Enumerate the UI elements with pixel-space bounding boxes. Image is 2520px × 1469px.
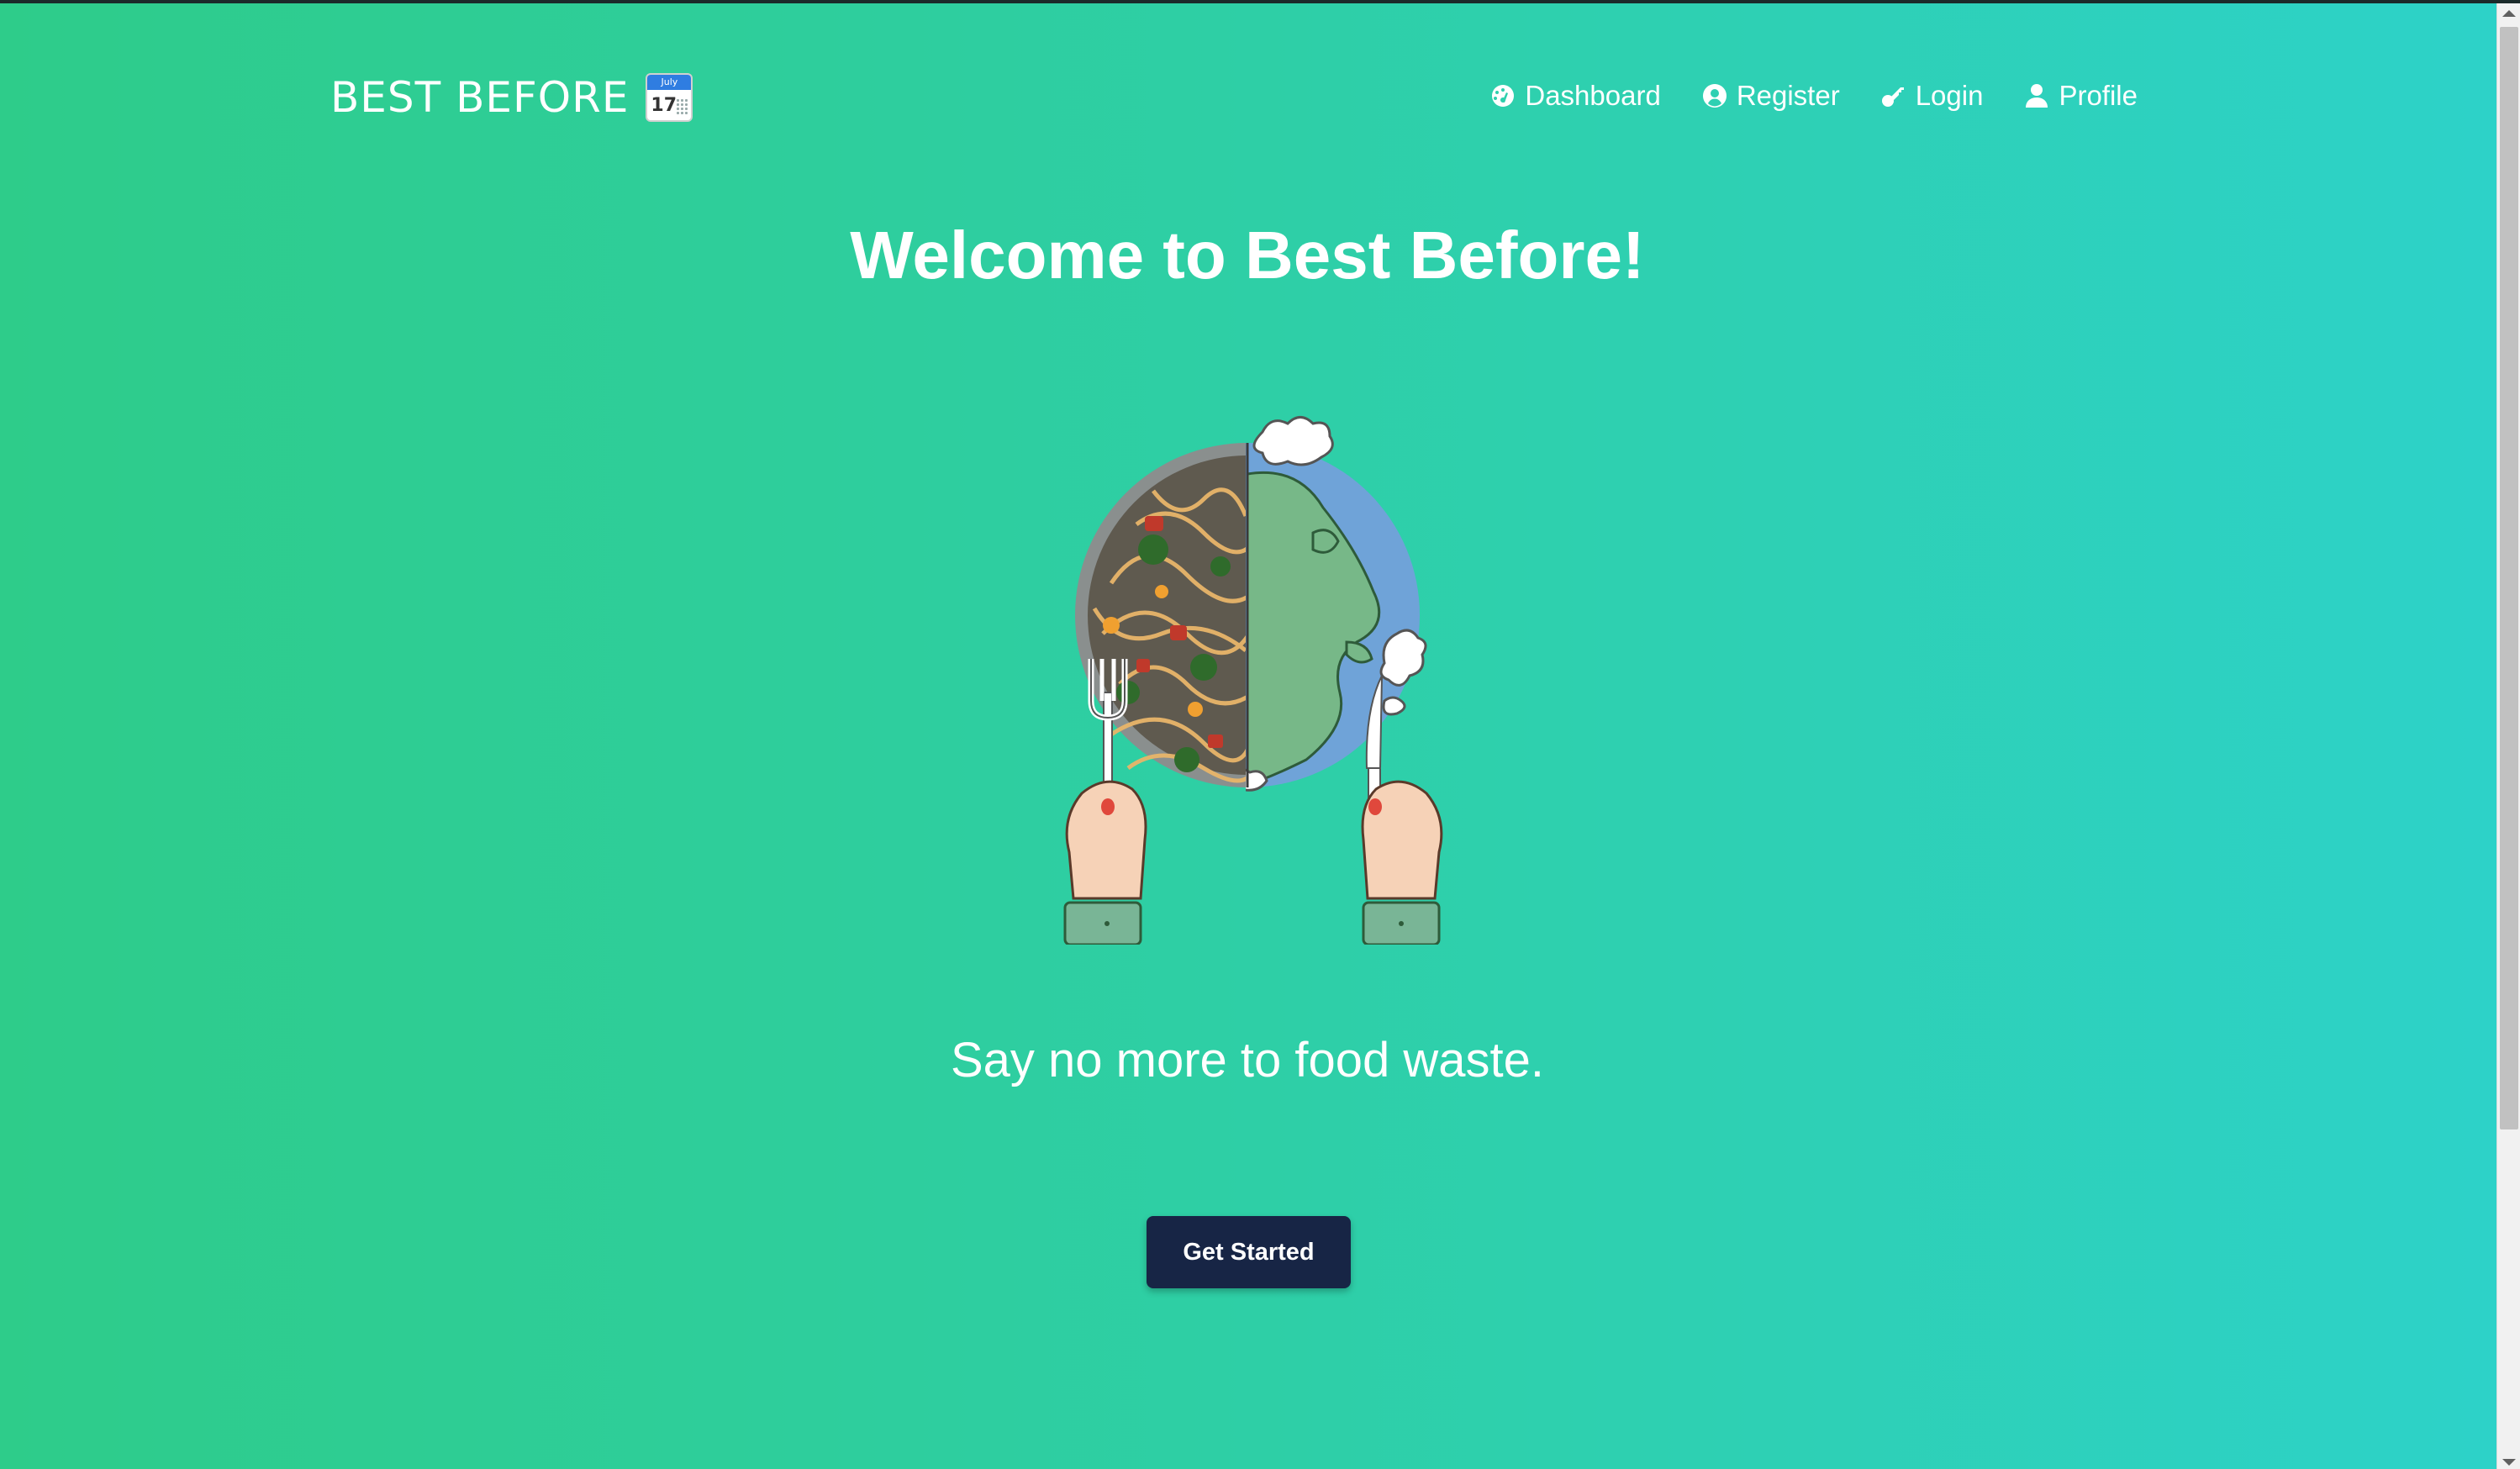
brand-name: BEST BEFORE [330,73,630,122]
calendar-grid [676,98,688,115]
vertical-scrollbar[interactable] [2496,3,2520,1469]
key-icon [1881,87,1904,107]
nav-item-profile[interactable]: Profile [2023,77,2138,114]
scroll-down-icon[interactable] [2502,1459,2516,1466]
calendar-icon: July 17 [646,73,693,122]
calendar-day: 17 [651,95,677,116]
get-started-button[interactable]: Get Started [1147,1216,1351,1288]
scroll-up-icon[interactable] [2502,10,2516,17]
calendar-month: July [647,75,692,90]
nav-item-label: Profile [2059,80,2138,111]
nav-item-dashboard[interactable]: Dashboard [1489,77,1661,114]
user-icon [2026,84,2048,108]
page-title: Welcome to Best Before! [850,218,1645,292]
dashboard-icon [1492,85,1515,107]
nav-item-label: Login [1915,80,1984,111]
user-circle-icon [1702,84,1727,108]
nav-item-register[interactable]: Register [1701,77,1840,114]
scrollbar-thumb[interactable] [2500,27,2518,1129]
nav-item-label: Dashboard [1525,80,1661,111]
hero-illustration [1063,416,1443,945]
tagline: Say no more to food waste. [950,1033,1545,1087]
nav-item-label: Register [1736,80,1840,111]
brand-logo[interactable]: BEST BEFORE July 17 [330,72,693,123]
main-nav: Dashboard Register Login Profile [1489,77,2138,114]
landing-page: BEST BEFORE July 17 Dashboard Register L… [0,0,2520,1469]
nav-item-login[interactable]: Login [1880,77,1984,114]
